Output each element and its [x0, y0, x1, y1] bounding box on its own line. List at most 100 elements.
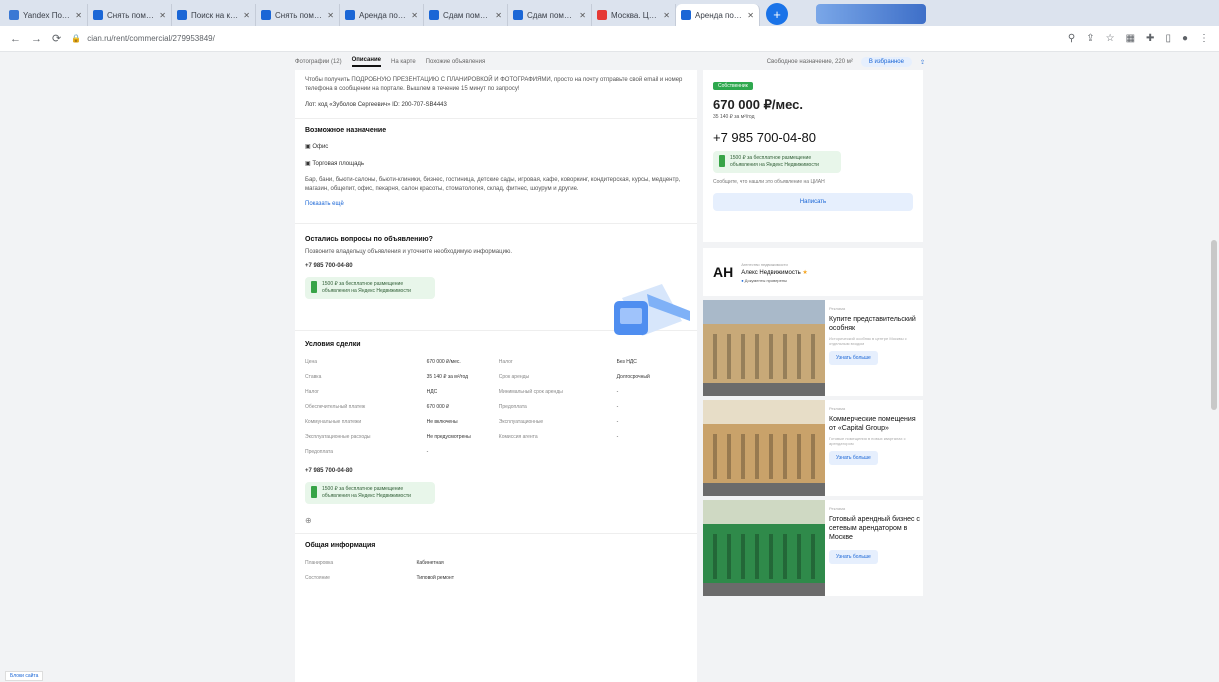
write-message-button[interactable]: Написать: [713, 193, 913, 211]
close-icon[interactable]: ✕: [579, 11, 586, 20]
agency-name: Алекс Недвижимость ★: [741, 269, 808, 276]
browser-tab[interactable]: Снять помещение с...✕: [88, 4, 172, 26]
questions-phone[interactable]: +7 985 700-04-80: [305, 262, 687, 271]
table-row: Эксплуатационные расходы Не предусмотрены…: [305, 433, 619, 440]
favorite-button[interactable]: В избранное: [860, 57, 912, 67]
share-icon[interactable]: ⇪: [920, 59, 925, 66]
browser-tab[interactable]: Поиск на карте ЦИАН✕: [172, 4, 256, 26]
puzzle-icon[interactable]: ✚: [1146, 33, 1154, 44]
close-icon[interactable]: ✕: [747, 11, 754, 20]
tab-favicon-icon: [261, 10, 271, 20]
forward-icon[interactable]: →: [31, 33, 42, 45]
lock-icon: 🔒: [71, 34, 82, 43]
address-bar[interactable]: 🔒 cian.ru/rent/commercial/279953849/: [71, 34, 215, 43]
show-more-link[interactable]: Показать ещё: [305, 200, 687, 209]
cashback-badge: 1500 ₽ за бесплатное размещение объявлен…: [305, 277, 435, 299]
browser-tab[interactable]: Москва. ЦИАН...✕: [592, 4, 676, 26]
ad-source: Реклама: [829, 506, 846, 511]
sidebar-icon[interactable]: ▯: [1165, 33, 1171, 44]
phone-illustration: [614, 284, 690, 336]
bookmark-star-icon[interactable]: ☆: [1106, 33, 1115, 44]
ad-card[interactable]: Реклама Купите представительский особняк…: [703, 300, 923, 396]
questions-title: Остались вопросы по объявлению?: [305, 236, 433, 243]
close-icon[interactable]: ✕: [663, 11, 670, 20]
ad-card[interactable]: Реклама Готовый арендный бизнес с сетевы…: [703, 500, 923, 596]
star-icon: ★: [802, 269, 808, 276]
ad-button[interactable]: Узнать больше: [829, 550, 878, 564]
browser-tab[interactable]: Сдам помещение...✕: [424, 4, 508, 26]
table-row: Состояние Типовой ремонт: [305, 574, 454, 581]
phone-number[interactable]: +7 985 700-04-80: [713, 130, 913, 145]
agency-verified: ● Документы проверены: [741, 277, 787, 283]
conditions-table: Цена 670 000 ₽/мес. Налог Без НДС Ставка 35 1…: [305, 354, 685, 459]
tab-favicon-icon: [597, 10, 607, 20]
ads-list: Реклама Купите представительский особняк…: [703, 300, 923, 596]
conditions-phone[interactable]: +7 985 700-04-80: [305, 467, 687, 476]
menu-icon[interactable]: ⋮: [1199, 33, 1209, 44]
table-row: Обеспечительный платеж 670 000 ₽ Предоплат…: [305, 403, 619, 410]
listing-id: Лот: код «Зуболов Сергеевич» ID: 200-707…: [305, 102, 447, 108]
ad-title: Готовый арендный бизнес с сетевым аренда…: [829, 516, 920, 541]
listing-main: Чтобы получить ПОДРОБНУЮ ПРЕЗЕНТАЦИЮ С П…: [295, 70, 697, 682]
extensions-bar: ⚲ ⇪ ☆ ▦ ✚ ▯ ● ⋮: [1068, 33, 1209, 44]
check-icon: ●: [741, 277, 744, 283]
profile-badge[interactable]: [816, 4, 926, 24]
agency-label: Агентство недвижимости: [741, 261, 788, 267]
translate-icon[interactable]: ⚲: [1068, 33, 1075, 44]
close-icon[interactable]: ✕: [75, 11, 82, 20]
table-row: Коммунальные платежи Не включены Эксплуата…: [305, 418, 619, 425]
tab-favicon-icon: [681, 10, 691, 20]
browser-toolbar: ← → ⟳ 🔒 cian.ru/rent/commercial/279953849…: [0, 26, 1219, 52]
phone-icon: [311, 486, 317, 498]
cashback-badge: 1500 ₽ за бесплатное размещение объявлен…: [713, 151, 841, 173]
browser-tab[interactable]: Сдам помещение...✕: [508, 4, 592, 26]
page-scrollbar[interactable]: [1211, 240, 1217, 410]
general-title: Общая информация: [305, 542, 376, 549]
browser-tab-strip: Yandex Почта✕Снять помещение с...✕Поиск …: [0, 0, 1219, 26]
section-nav-item[interactable]: Похожие объявления: [426, 59, 486, 65]
ad-title: Коммерческие помещения от «Capital Group…: [829, 416, 916, 432]
close-icon[interactable]: ✕: [495, 11, 502, 20]
table-row: Налог НДС Минимальный срок аренды -: [305, 388, 619, 395]
ad-card[interactable]: Реклама Коммерческие помещения от «Capit…: [703, 400, 923, 496]
new-tab-button[interactable]: +: [766, 3, 788, 25]
browser-tab[interactable]: Yandex Почта ✕: [4, 4, 88, 26]
reload-icon[interactable]: ⟳: [52, 32, 61, 45]
ad-photo: [703, 400, 825, 496]
ad-button[interactable]: Узнать больше: [829, 451, 878, 465]
tab-favicon-icon: [429, 10, 439, 20]
browser-tab[interactable]: Снять помещение с...✕: [256, 4, 340, 26]
more-options-icon[interactable]: ⊕: [305, 516, 687, 525]
tab-favicon-icon: [93, 10, 103, 20]
browser-tab[interactable]: Аренда помещен...✕: [676, 4, 760, 26]
agency-card[interactable]: АН Агентство недвижимости Алекс Недвижим…: [703, 248, 923, 296]
ad-title: Купите представительский особняк: [829, 316, 916, 332]
price-note: Сообщите, что нашли это объявление на ЦИ…: [713, 179, 825, 185]
table-row: Предоплата -: [305, 448, 429, 455]
close-icon[interactable]: ✕: [327, 11, 334, 20]
usage-item: ▣ Торговая площадь: [305, 161, 365, 167]
ad-button[interactable]: Узнать больше: [829, 351, 878, 365]
close-icon[interactable]: ✕: [243, 11, 250, 20]
share-icon[interactable]: ⇪: [1086, 33, 1094, 44]
description-intro: Чтобы получить ПОДРОБНУЮ ПРЕЗЕНТАЦИЮ С П…: [305, 77, 683, 92]
browser-tab[interactable]: Аренда помещени...✕: [340, 4, 424, 26]
phone-icon: [719, 155, 725, 167]
phone-icon: [311, 281, 317, 293]
back-icon[interactable]: ←: [10, 33, 21, 45]
close-icon[interactable]: ✕: [159, 11, 166, 20]
section-nav-item[interactable]: На карте: [391, 59, 416, 65]
questions-text: Позвоните владельцу объявления и уточнит…: [305, 249, 513, 255]
extension-icon[interactable]: ▦: [1126, 33, 1135, 44]
price-per-meter: 35 140 ₽ за м²/год: [713, 114, 755, 120]
profile-icon[interactable]: ●: [1182, 33, 1188, 44]
area-label: Свободное назначение, 220 м²: [766, 59, 853, 65]
close-icon[interactable]: ✕: [411, 11, 418, 20]
section-nav-item[interactable]: Фотографии (12): [295, 59, 342, 65]
listing-sticky-nav: Фотографии (12) Описание На карте Похожие о…: [295, 54, 925, 70]
tab-favicon-icon: [9, 10, 19, 20]
cashback-badge: 1500 ₽ за бесплатное размещение объявлен…: [305, 482, 435, 504]
section-nav-item[interactable]: Описание: [351, 57, 382, 67]
general-table: Планировка Кабинетная Состояние Типовой рем…: [305, 555, 565, 585]
ad-source: Реклама: [829, 306, 846, 311]
